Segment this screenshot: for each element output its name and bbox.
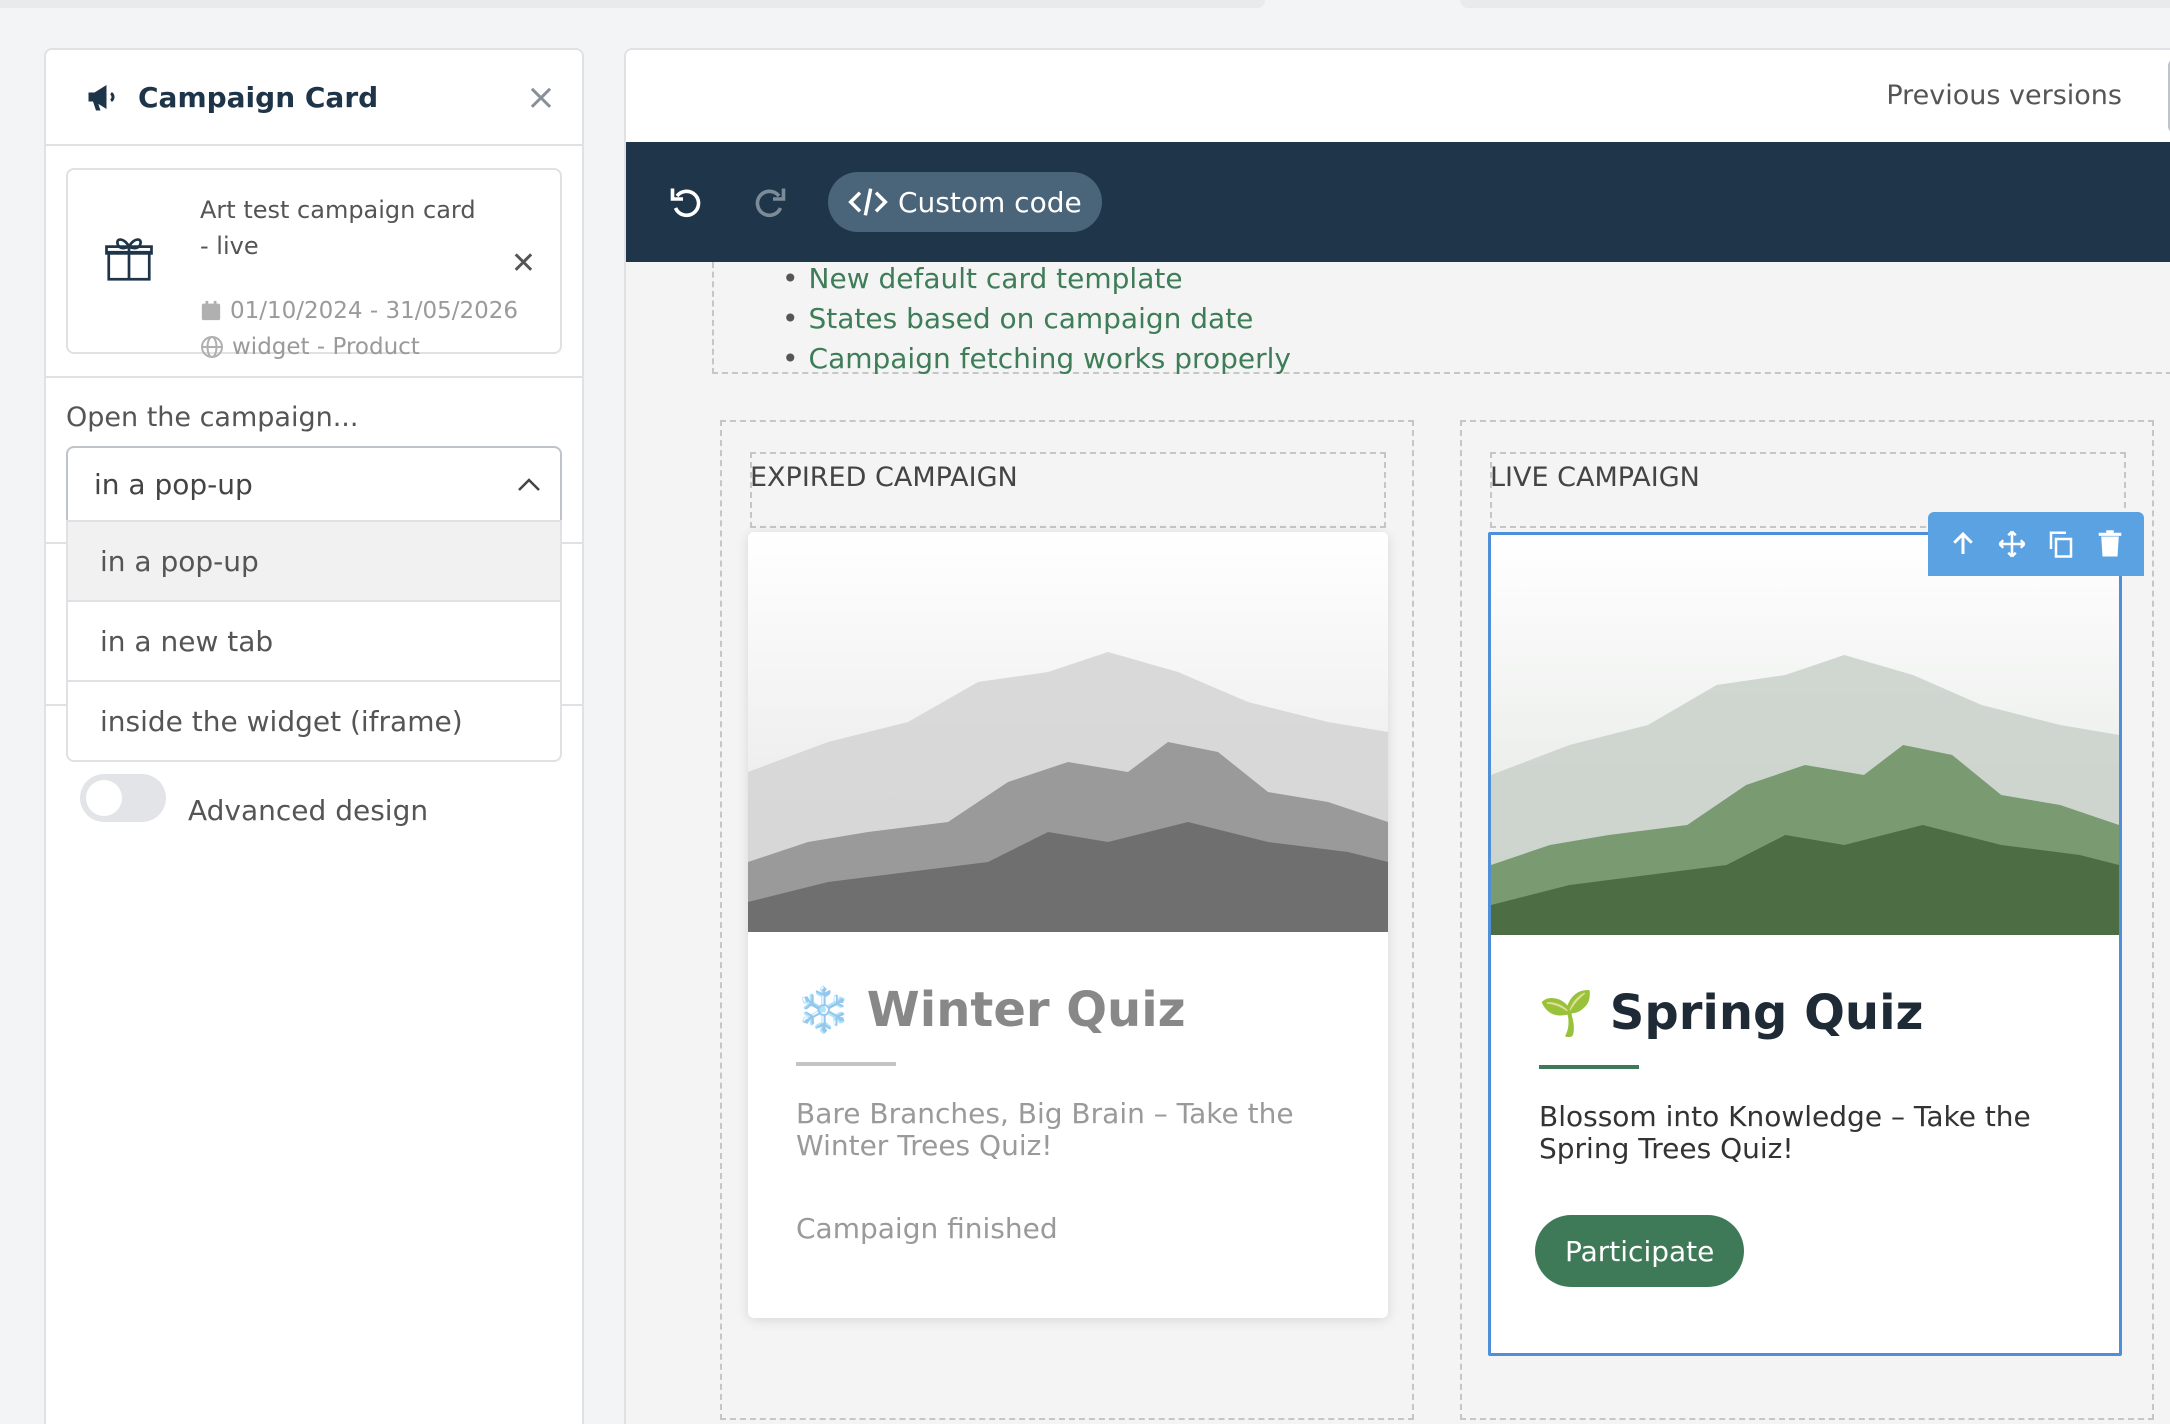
live-section-label: LIVE CAMPAIGN bbox=[1490, 462, 1700, 493]
note-text: States based on campaign date bbox=[808, 302, 1254, 335]
seedling-icon: 🌱 bbox=[1539, 988, 1594, 1039]
toggle-knob bbox=[86, 780, 122, 816]
campaign-name: Art test campaign card - live bbox=[200, 196, 476, 260]
campaign-widget-text: widget - Product bbox=[232, 334, 420, 360]
arrow-up-icon[interactable] bbox=[1948, 529, 1978, 559]
dropdown-option-popup[interactable]: in a pop-up bbox=[68, 520, 560, 600]
editor-header: Previous versions bbox=[626, 50, 2170, 142]
previous-versions-link[interactable]: Previous versions bbox=[1886, 80, 2122, 111]
chevron-up-icon bbox=[518, 478, 540, 491]
campaign-widget: widget - Product bbox=[200, 334, 420, 360]
title-rule bbox=[1539, 1065, 1639, 1069]
card-title-text: Winter Quiz bbox=[866, 982, 1186, 1038]
select-value: in a pop-up bbox=[94, 467, 253, 501]
live-campaign-card[interactable]: 🌱 Spring Quiz Blossom into Knowledge – T… bbox=[1488, 532, 2122, 1356]
block-toolbar bbox=[1928, 512, 2144, 576]
trash-icon[interactable] bbox=[2095, 529, 2125, 559]
dropdown-option-iframe[interactable]: inside the widget (iframe) bbox=[68, 680, 560, 760]
advanced-design-toggle[interactable] bbox=[80, 774, 166, 822]
open-campaign-select[interactable]: in a pop-up bbox=[66, 446, 562, 522]
note-text: Campaign fetching works properly bbox=[808, 342, 1291, 375]
close-icon[interactable]: × bbox=[526, 80, 556, 116]
copy-icon[interactable] bbox=[2046, 529, 2076, 559]
globe-icon bbox=[201, 336, 223, 358]
move-icon[interactable] bbox=[1997, 529, 2027, 559]
redo-icon[interactable] bbox=[752, 184, 788, 220]
card-title: ❄️ Winter Quiz bbox=[796, 982, 1186, 1038]
card-image bbox=[748, 532, 1388, 932]
settings-panel: Campaign Card × Art test campaign card -… bbox=[44, 48, 584, 1424]
note-item: • Campaign fetching works properly bbox=[782, 342, 1291, 375]
card-description: Blossom into Knowledge – Take the Spring… bbox=[1539, 1100, 2031, 1165]
divider bbox=[46, 376, 582, 378]
expired-section-label: EXPIRED CAMPAIGN bbox=[750, 462, 1018, 493]
card-image bbox=[1491, 535, 2119, 935]
card-title: 🌱 Spring Quiz bbox=[1539, 985, 1923, 1041]
snowflake-icon: ❄️ bbox=[796, 985, 851, 1036]
panel-title: Campaign Card bbox=[138, 80, 379, 114]
code-icon bbox=[848, 188, 888, 216]
editor-panel: Previous versions Custom code • New defau… bbox=[624, 48, 2170, 1424]
custom-code-label: Custom code bbox=[898, 185, 1082, 219]
panel-header: Campaign Card × bbox=[46, 50, 582, 146]
advanced-design-label: Advanced design bbox=[188, 794, 429, 827]
campaign-status: Campaign finished bbox=[796, 1212, 1058, 1245]
card-description: Bare Branches, Big Brain – Take the Wint… bbox=[796, 1097, 1294, 1162]
editor-canvas: • New default card template • States based… bbox=[626, 262, 2170, 1424]
open-campaign-dropdown: in a pop-up in a new tab inside the widg… bbox=[66, 520, 562, 762]
expired-campaign-card[interactable]: ❄️ Winter Quiz Bare Branches, Big Brain … bbox=[748, 532, 1388, 1318]
editor-toolbar: Custom code bbox=[626, 142, 2170, 262]
megaphone-icon bbox=[88, 85, 115, 111]
title-rule bbox=[796, 1062, 896, 1066]
selected-campaign: Art test campaign card - live 01/10/2024… bbox=[66, 168, 562, 360]
note-item: • New default card template bbox=[782, 262, 1183, 295]
dropdown-option-new-tab[interactable]: in a new tab bbox=[68, 600, 560, 680]
card-title-text: Spring Quiz bbox=[1609, 985, 1924, 1041]
calendar-icon bbox=[201, 300, 221, 321]
custom-code-button[interactable]: Custom code bbox=[828, 172, 1102, 232]
remove-campaign-icon[interactable]: ✕ bbox=[511, 246, 536, 281]
open-campaign-label: Open the campaign... bbox=[66, 402, 359, 433]
participate-button[interactable]: Participate bbox=[1535, 1215, 1745, 1287]
top-strip bbox=[1460, 0, 2170, 8]
expired-column[interactable]: EXPIRED CAMPAIGN ❄️ Winter Quiz Bare Bra… bbox=[720, 420, 1414, 1420]
campaign-dates: 01/10/2024 - 31/05/2026 bbox=[200, 298, 518, 324]
note-item: • States based on campaign date bbox=[782, 302, 1254, 335]
campaign-dates-text: 01/10/2024 - 31/05/2026 bbox=[230, 298, 519, 324]
undo-icon[interactable] bbox=[668, 184, 704, 220]
gift-icon bbox=[105, 238, 153, 281]
top-strip bbox=[0, 0, 1265, 8]
note-text: New default card template bbox=[808, 262, 1183, 295]
